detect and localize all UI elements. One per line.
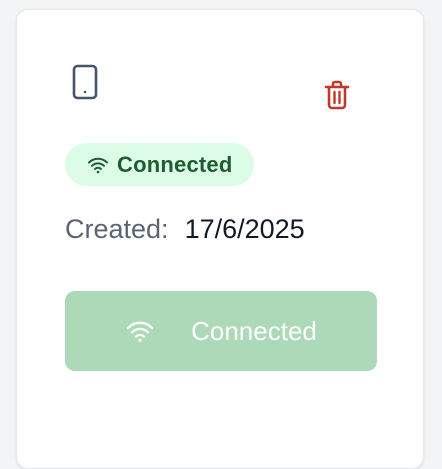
connection-button[interactable]: Connected: [65, 291, 377, 371]
wifi-icon: [87, 156, 109, 174]
created-label: Created:: [65, 214, 169, 244]
delete-button[interactable]: [321, 78, 353, 112]
status-label: Connected: [117, 151, 233, 177]
created-date: 17/6/2025: [184, 214, 305, 244]
trash-icon: [324, 80, 350, 110]
created-row: Created: 17/6/2025: [65, 214, 305, 245]
connection-button-label: Connected: [191, 315, 317, 346]
status-badge: Connected: [65, 143, 255, 186]
wifi-icon: [125, 319, 155, 343]
smartphone-icon: [69, 62, 101, 102]
device-card: Connected Created: 17/6/2025 Connected: [16, 9, 424, 469]
